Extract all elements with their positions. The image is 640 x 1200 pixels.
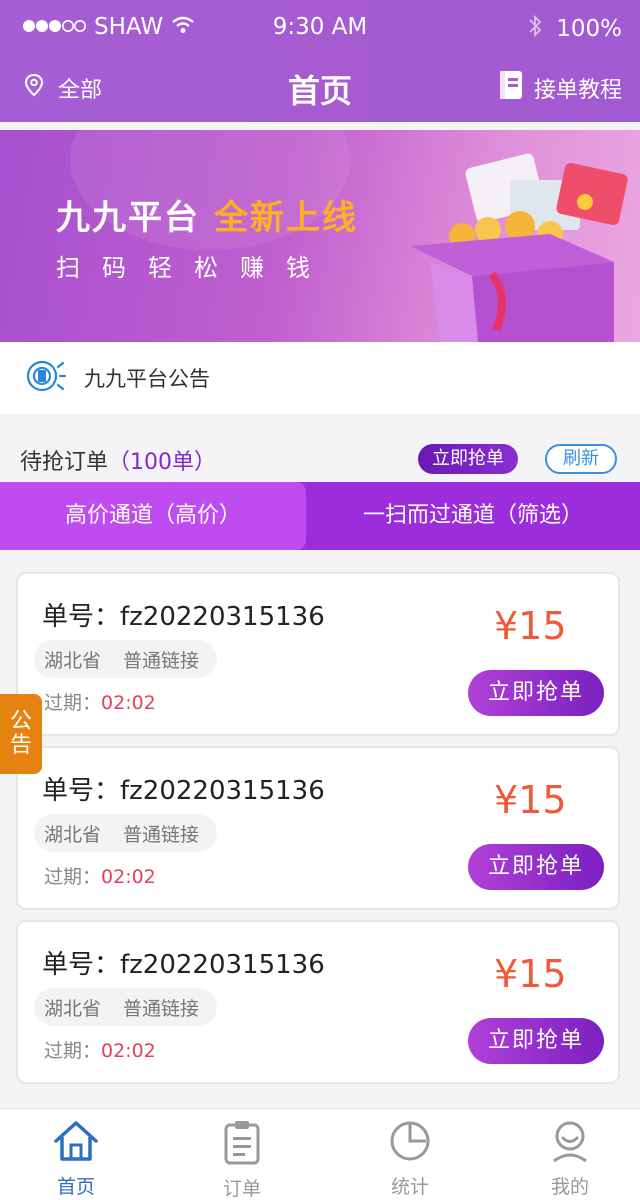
orders-header: 待抢订单（100单） 立即抢单 刷新 xyxy=(0,414,640,482)
order-tags: 湖北省 普通链接 xyxy=(34,640,218,678)
order-expire: 过期：02:02 xyxy=(44,862,156,889)
tab-high-price[interactable]: 高价通道（高价） xyxy=(0,482,306,550)
status-right: 100% xyxy=(528,14,622,44)
grab-order-button[interactable]: 立即抢单 xyxy=(468,844,604,890)
tab-mine[interactable]: 我的 xyxy=(510,1119,630,1199)
expire-time: 02:02 xyxy=(101,692,156,714)
tab-orders[interactable]: 订单 xyxy=(182,1119,302,1200)
banner-title-main: 九九平台 xyxy=(56,198,200,238)
order-price: ¥15 xyxy=(494,604,567,648)
channel-tabs: 高价通道（高价） 一扫而过通道（筛选） xyxy=(0,482,640,550)
user-avatar-icon xyxy=(548,1121,592,1168)
tab-mine-label: 我的 xyxy=(550,1176,589,1198)
refresh-button[interactable]: 刷新 xyxy=(545,444,617,474)
order-type: 普通链接 xyxy=(123,823,200,846)
order-expire: 过期：02:02 xyxy=(44,1036,156,1063)
order-card[interactable]: 单号：fz20220315136 湖北省 普通链接 过期：02:02 ¥15 立… xyxy=(16,746,620,910)
side-notice-char-2: 告 xyxy=(9,733,32,758)
order-number: 单号：fz20220315136 xyxy=(42,776,325,806)
tab-home[interactable]: 首页 xyxy=(16,1119,136,1199)
clipboard-icon xyxy=(222,1121,262,1170)
notice-bar[interactable]: 九九平台公告 xyxy=(0,342,640,414)
promo-banner[interactable]: 九九平台 全新上线 扫码轻松赚钱 xyxy=(0,130,640,342)
banner-subtitle: 扫码轻松赚钱 xyxy=(56,254,332,282)
header: SHAW 9:30 AM 100% 全部 首页 接单教程 xyxy=(0,0,640,122)
order-province: 湖北省 xyxy=(44,997,102,1020)
orders-count: （100单） xyxy=(108,450,217,475)
bluetooth-icon xyxy=(528,14,542,44)
book-icon xyxy=(498,70,524,106)
orders-title-label: 待抢订单 xyxy=(20,450,109,475)
home-icon xyxy=(52,1121,100,1168)
grab-order-button[interactable]: 立即抢单 xyxy=(468,670,604,716)
expire-time: 02:02 xyxy=(101,1040,156,1062)
side-notice-tab[interactable]: 公 告 xyxy=(0,694,42,774)
order-expire: 过期：02:02 xyxy=(44,688,156,715)
order-type: 普通链接 xyxy=(123,997,200,1020)
order-number: 单号：fz20220315136 xyxy=(42,602,325,632)
order-tags: 湖北省 普通链接 xyxy=(34,814,218,852)
grab-all-button[interactable]: 立即抢单 xyxy=(418,444,518,474)
grab-order-button[interactable]: 立即抢单 xyxy=(468,1018,604,1064)
order-card[interactable]: 单号：fz20220315136 湖北省 普通链接 过期：02:02 ¥15 立… xyxy=(16,920,620,1084)
expire-label: 过期： xyxy=(44,692,102,714)
banner-title-highlight: 全新上线 xyxy=(214,198,358,238)
tab-orders-label: 订单 xyxy=(222,1178,261,1200)
expire-time: 02:02 xyxy=(101,866,156,888)
tab-stats-label: 统计 xyxy=(390,1176,429,1198)
top-nav: 全部 首页 接单教程 xyxy=(0,56,640,122)
status-bar: SHAW 9:30 AM 100% xyxy=(0,0,640,56)
bottom-tab-bar: 首页 订单 统计 我的 xyxy=(0,1108,640,1200)
notice-text: 九九平台公告 xyxy=(84,367,210,391)
tutorial-label: 接单教程 xyxy=(533,78,622,103)
gift-box-illustration xyxy=(410,153,628,342)
announcement-icon xyxy=(22,356,67,400)
orders-title: 待抢订单（100单） xyxy=(20,444,216,476)
order-price: ¥15 xyxy=(494,952,567,996)
tab-home-label: 首页 xyxy=(56,1176,95,1198)
tab-stats[interactable]: 统计 xyxy=(350,1119,470,1199)
order-number: 单号：fz20220315136 xyxy=(42,950,325,980)
tutorial-button[interactable]: 接单教程 xyxy=(498,70,622,106)
tab-quick-scan[interactable]: 一扫而过通道（筛选） xyxy=(306,482,640,550)
order-province: 湖北省 xyxy=(44,823,102,846)
battery-percent: 100% xyxy=(556,16,622,42)
order-price: ¥15 xyxy=(494,778,567,822)
side-notice-char-1: 公 xyxy=(9,709,32,734)
pie-chart-icon xyxy=(388,1121,432,1168)
expire-label: 过期： xyxy=(44,1040,102,1062)
order-province: 湖北省 xyxy=(44,649,102,672)
order-type: 普通链接 xyxy=(123,649,200,672)
order-card[interactable]: 单号：fz20220315136 湖北省 普通链接 过期：02:02 ¥15 立… xyxy=(16,572,620,736)
order-tags: 湖北省 普通链接 xyxy=(34,988,218,1026)
expire-label: 过期： xyxy=(44,866,102,888)
banner-title: 九九平台 全新上线 xyxy=(56,190,358,239)
